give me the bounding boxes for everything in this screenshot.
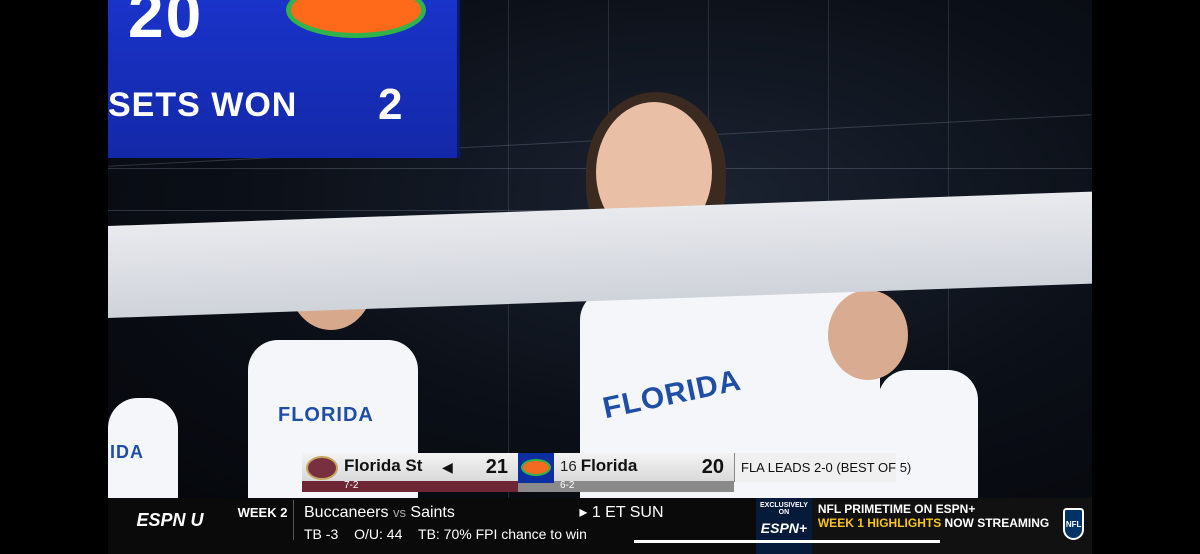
arena-scoreboard: 20 SETS WON 2 [108,0,460,158]
team1-record: 7-2 [344,480,359,491]
promo-line2: WEEK 1 HIGHLIGHTS [817,516,942,530]
team2-name: Florida [580,456,638,475]
scorebug-team2: 16 Florida 6-2 20 [518,453,734,492]
vs-label: vs [392,505,406,520]
video-frame: 20 SETS WON 2 FLORIDA FLORIDA IDA [108,0,1092,498]
spread: TB -3 [304,526,339,542]
scorebug-team1: Florida St ◀ 7-2 21 [302,453,518,492]
promo-line1: NFL PRIMETIME ON ESPN+ [817,502,976,516]
team2-points: 20 [701,456,724,478]
game-time: ▸ 1 ET SUN [579,504,664,521]
team1-points: 21 [485,456,508,478]
espn-plus-badge: EXCLUSIVELY ON ESPN+ [756,498,812,554]
espnu-logo-icon: ESPN U [136,509,204,530]
florida-gator-logo-icon [518,453,554,483]
promo-line2b: NOW STREAMING [944,516,1050,530]
ticker-week: WEEK 2 [232,500,294,540]
ticker-progress-bar [634,540,940,543]
promo-banner: EXCLUSIVELY ON ESPN+ NFL PRIMETIME ON ES… [756,498,1092,554]
away-team: Buccaneers [304,504,389,521]
scorebug: Florida St ◀ 7-2 21 16 Florida 6-2 20 FLA… [302,453,911,492]
scoreboard-sets-label: SETS WON [108,86,298,124]
gator-logo-icon [286,0,426,38]
ticker-game: Buccaneers vs Saints ▸ 1 ET SUN TB -3 O/… [294,498,940,554]
match-status: FLA LEADS 2-0 (BEST OF 5) [734,453,911,482]
team2-record: 6-2 [560,480,575,491]
bottom-ticker: ESPN U WEEK 2 Buccaneers vs Saints ▸ 1 E… [108,498,1092,554]
nfl-shield-icon: NFL [1063,508,1084,540]
over-under: O/U: 44 [354,526,403,542]
florida-state-logo-icon [306,456,338,480]
scoreboard-score: 20 [128,0,204,51]
serve-indicator-icon: ◀ [442,459,453,475]
left-jersey-text: FLORIDA [278,404,374,426]
scoreboard-sets-value: 2 [378,80,403,129]
edge-jersey-text: IDA [110,442,144,462]
home-team: Saints [410,504,455,521]
fpi-chance: TB: 70% FPI chance to win [418,526,587,542]
team1-name: Florida St [344,456,423,475]
team2-rank: 16 [560,458,577,475]
